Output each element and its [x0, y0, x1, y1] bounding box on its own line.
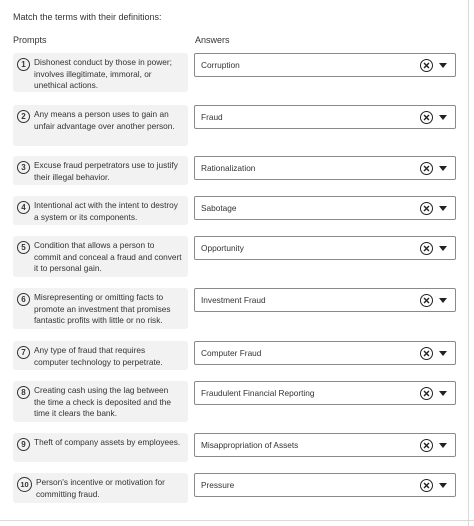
prompt-number: 2	[17, 110, 30, 123]
caret-down-icon[interactable]	[439, 62, 447, 68]
prompt-card: 6 Misrepresenting or omitting facts to p…	[13, 288, 188, 329]
caret-down-icon[interactable]	[439, 114, 447, 120]
caret-down-icon[interactable]	[439, 297, 447, 303]
caret-down-icon[interactable]	[439, 442, 447, 448]
clear-icon[interactable]	[420, 161, 433, 175]
clear-icon[interactable]	[420, 58, 433, 72]
answer-value: Rationalization	[201, 163, 256, 173]
answer-value: Opportunity	[201, 243, 244, 253]
prompt-number: 3	[17, 161, 30, 174]
clear-icon[interactable]	[420, 438, 433, 452]
caret-down-icon[interactable]	[439, 165, 447, 171]
prompt-text: Excuse fraud perpetrators use to justify…	[34, 160, 178, 182]
prompt-text: Creating cash using the lag between the …	[34, 385, 171, 418]
prompt-number: 8	[17, 386, 30, 399]
clear-icon[interactable]	[420, 241, 433, 255]
prompt-number: 5	[17, 241, 30, 254]
prompts-header: Prompts	[13, 35, 47, 45]
prompt-text: Intentional act with the intent to destr…	[34, 200, 178, 222]
prompt-card: 4 Intentional act with the intent to des…	[13, 196, 188, 225]
prompt-text: Any type of fraud that requires computer…	[34, 345, 163, 367]
prompt-card: 10 Person's incentive or motivation for …	[13, 473, 188, 503]
prompt-card: 8 Creating cash using the lag between th…	[13, 381, 188, 422]
answer-select[interactable]: Opportunity	[194, 236, 456, 260]
panel-border-bottom	[0, 520, 474, 521]
panel-border-right	[468, 0, 469, 526]
answers-header: Answers	[195, 35, 230, 45]
prompt-card: 9 Theft of company assets by employees.	[13, 433, 188, 462]
caret-down-icon[interactable]	[439, 390, 447, 396]
clear-icon[interactable]	[420, 478, 433, 492]
answer-value: Investment Fraud	[201, 295, 266, 305]
answer-value: Computer Fraud	[201, 348, 262, 358]
prompt-text: Misrepresenting or omitting facts to pro…	[34, 292, 171, 325]
prompt-text: Person's incentive or motivation for com…	[36, 477, 165, 499]
prompt-number: 9	[17, 438, 30, 451]
answer-select[interactable]: Fraudulent Financial Reporting	[194, 381, 456, 405]
answer-select[interactable]: Corruption	[194, 53, 456, 77]
prompt-text: Any means a person uses to gain an unfai…	[34, 109, 175, 131]
prompt-number: 1	[17, 58, 30, 71]
prompt-card: 7 Any type of fraud that requires comput…	[13, 341, 188, 370]
clear-icon[interactable]	[420, 386, 433, 400]
prompt-text: Condition that allows a person to commit…	[34, 240, 182, 273]
answer-select[interactable]: Pressure	[194, 473, 456, 497]
prompt-text: Dishonest conduct by those in power; inv…	[34, 57, 172, 90]
answer-value: Fraudulent Financial Reporting	[201, 388, 315, 398]
answer-select[interactable]: Misappropriation of Assets	[194, 433, 456, 457]
prompt-number: 6	[17, 293, 30, 306]
prompt-number: 4	[17, 201, 30, 214]
prompt-card: 2 Any means a person uses to gain an unf…	[13, 105, 188, 146]
clear-icon[interactable]	[420, 293, 433, 307]
caret-down-icon[interactable]	[439, 205, 447, 211]
answer-value: Fraud	[201, 112, 223, 122]
answer-select[interactable]: Computer Fraud	[194, 341, 456, 365]
clear-icon[interactable]	[420, 110, 433, 124]
caret-down-icon[interactable]	[439, 350, 447, 356]
instruction-text: Match the terms with their definitions:	[13, 12, 162, 22]
prompt-number: 10	[17, 477, 32, 492]
answer-select[interactable]: Sabotage	[194, 196, 456, 220]
answer-value: Pressure	[201, 480, 235, 490]
prompt-card: 1 Dishonest conduct by those in power; i…	[13, 53, 188, 92]
prompt-card: 5 Condition that allows a person to comm…	[13, 236, 188, 277]
clear-icon[interactable]	[420, 201, 433, 215]
prompt-card: 3 Excuse fraud perpetrators use to justi…	[13, 156, 188, 185]
answer-select[interactable]: Rationalization	[194, 156, 456, 180]
answer-select[interactable]: Fraud	[194, 105, 456, 129]
caret-down-icon[interactable]	[439, 482, 447, 488]
prompt-text: Theft of company assets by employees.	[34, 437, 181, 447]
answer-value: Corruption	[201, 60, 240, 70]
caret-down-icon[interactable]	[439, 245, 447, 251]
answer-select[interactable]: Investment Fraud	[194, 288, 456, 312]
clear-icon[interactable]	[420, 346, 433, 360]
answer-value: Misappropriation of Assets	[201, 440, 299, 450]
prompt-number: 7	[17, 346, 30, 359]
answer-value: Sabotage	[201, 203, 237, 213]
